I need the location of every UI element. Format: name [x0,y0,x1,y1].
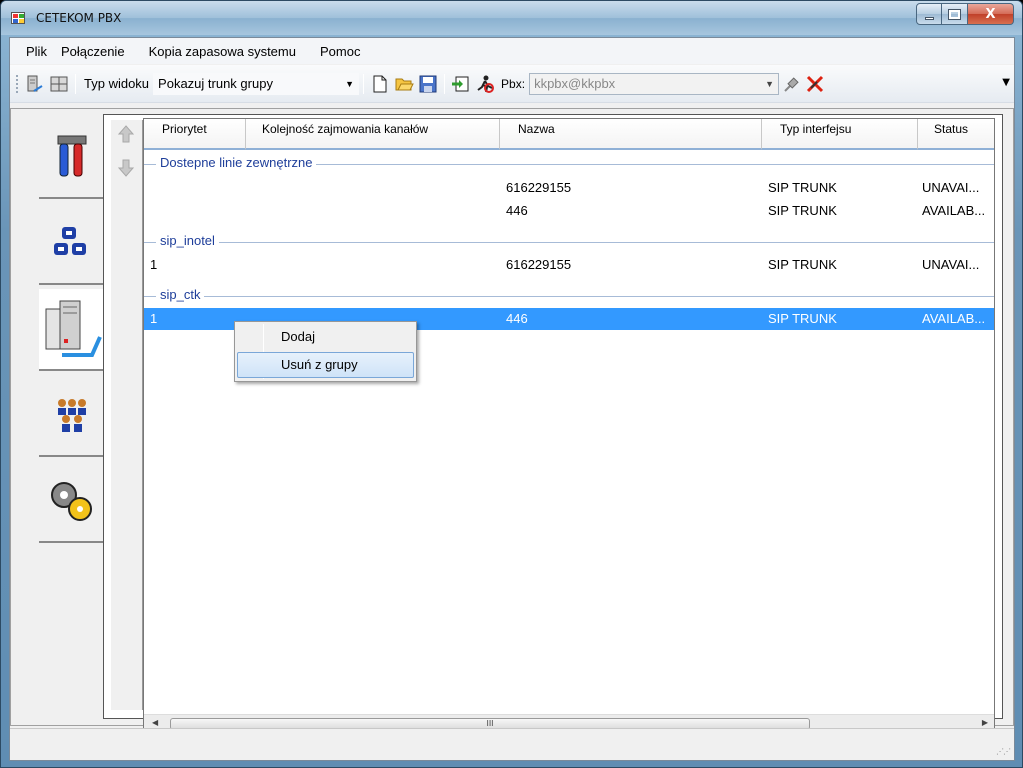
cell-name: 616229155 [506,257,572,272]
priority-controls [111,120,143,710]
app-window: CETEKOM PBX X Plik Połączenie Kopia zapa… [0,0,1023,768]
resize-grip-icon[interactable]: ⋰⋰ [996,747,1011,756]
maximize-icon [948,8,961,20]
list-header: Priorytet Kolejność zajmowania kanałów N… [144,119,994,150]
menu-backup[interactable]: Kopia zapasowa systemu [137,44,308,59]
close-button[interactable]: X [968,3,1014,25]
chevron-down-icon: ▼ [345,78,355,89]
scroll-thumb-grip: III [486,719,494,728]
group-header-sip-ctk[interactable]: sip_ctk [144,287,994,305]
move-up-button[interactable] [115,120,137,148]
users-icon [57,399,86,432]
cell-name: 616229155 [506,180,572,195]
maximize-button[interactable] [942,3,968,25]
plug-disconnect-icon[interactable] [804,73,826,95]
toolbar-separator [363,73,365,94]
view-type-value: Pokazuj trunk grupy [158,76,273,91]
servers-icon [45,300,102,357]
minimize-icon [924,16,934,20]
plug-connect-icon[interactable] [780,73,802,95]
sidebar-item-trunks[interactable] [39,289,105,371]
cell-priority: 1 [150,311,158,326]
close-icon: X [985,6,996,22]
toolbar-separator [75,73,76,94]
context-item-remove-from-group[interactable]: Usuń z grupy [237,352,414,378]
pbx-label: Pbx: [501,76,526,91]
sidebar [39,117,105,717]
title-bar[interactable]: CETEKOM PBX X [1,1,1022,35]
toolbar-overflow-icon[interactable]: ▼ [1002,77,1010,88]
pbx-dropdown[interactable]: kkpbx@kkpbx ▼ [529,72,780,95]
window-title: CETEKOM PBX [36,11,122,25]
pbx-value: kkpbx@kkpbx [534,76,616,91]
server-add-icon[interactable] [24,73,46,95]
cell-priority: 1 [150,257,158,272]
connect-icon[interactable] [450,73,472,95]
cell-type: SIP TRUNK [768,180,837,195]
cell-type: SIP TRUNK [768,203,837,218]
view-type-label: Typ widoku [84,76,150,91]
open-folder-icon[interactable] [393,73,415,95]
cell-status: UNAVAI... [922,257,980,272]
status-bar: ⋰⋰ [10,728,1014,760]
cell-name: 446 [506,203,528,218]
disconnect-run-icon[interactable] [474,73,496,95]
col-priority[interactable]: Priorytet [144,119,246,150]
arrow-down-icon [118,159,134,177]
menu-file[interactable]: Plik [14,44,59,59]
menu-bar: Plik Połączenie Kopia zapasowa systemu P… [10,38,1014,64]
group-title: Dostepne linie zewnętrzne [156,155,317,170]
cell-status: AVAILAB... [922,311,986,326]
col-name[interactable]: Nazwa [500,119,762,150]
toolbar-grip[interactable] [16,74,19,93]
view-type-dropdown[interactable]: Pokazuj trunk grupy ▼ [153,72,360,95]
group-header-available[interactable]: Dostepne linie zewnętrzne [144,155,994,173]
scroll-left-icon[interactable]: ◀ [152,718,158,727]
table-row[interactable]: 446 SIP TRUNK AVAILAB... [144,200,994,222]
save-icon[interactable] [417,73,439,95]
cell-status: UNAVAI... [922,180,980,195]
cell-name: 446 [506,311,528,326]
cell-type: SIP TRUNK [768,311,837,326]
scroll-right-icon[interactable]: ▶ [982,718,988,727]
trunk-list[interactable]: Priorytet Kolejność zajmowania kanałów N… [143,118,995,733]
client-area: Plik Połączenie Kopia zapasowa systemu P… [9,37,1015,761]
group-header-sip-inotel[interactable]: sip_inotel [144,233,994,251]
group-title: sip_ctk [156,287,205,302]
chevron-down-icon: ▼ [765,78,775,89]
toolbar: Typ widoku Pokazuj trunk grupy ▼ Pbx: kk… [10,65,1014,103]
move-down-button[interactable] [115,154,137,182]
col-status[interactable]: Status [918,119,994,150]
col-interface-type[interactable]: Typ interfejsu [762,119,918,150]
sidebar-item-tools[interactable] [39,117,105,199]
sidebar-item-users[interactable] [39,375,105,457]
cell-type: SIP TRUNK [768,257,837,272]
sidebar-item-phones[interactable] [39,203,105,285]
group-title: sip_inotel [156,233,219,248]
menu-help[interactable]: Pomoc [308,44,372,59]
menu-connection[interactable]: Połączenie [59,44,137,59]
tools-icon [57,135,86,177]
cell-status: AVAILAB... [922,203,986,218]
sidebar-item-settings[interactable] [39,461,105,543]
context-menu: Dodaj Usuń z grupy [234,321,417,382]
phones-icon [53,227,86,255]
table-row[interactable]: 1 616229155 SIP TRUNK UNAVAI... [144,254,994,276]
gears-icon [50,482,92,521]
minimize-button[interactable] [916,3,942,25]
new-file-icon[interactable] [369,73,391,95]
app-icon [11,12,25,24]
context-item-add[interactable]: Dodaj [237,324,414,350]
toolbar-separator [444,73,446,94]
col-channel-order[interactable]: Kolejność zajmowania kanałów [246,119,500,150]
arrow-up-icon [118,125,134,143]
server-grid-icon[interactable] [48,73,70,95]
table-row[interactable]: 616229155 SIP TRUNK UNAVAI... [144,177,994,199]
